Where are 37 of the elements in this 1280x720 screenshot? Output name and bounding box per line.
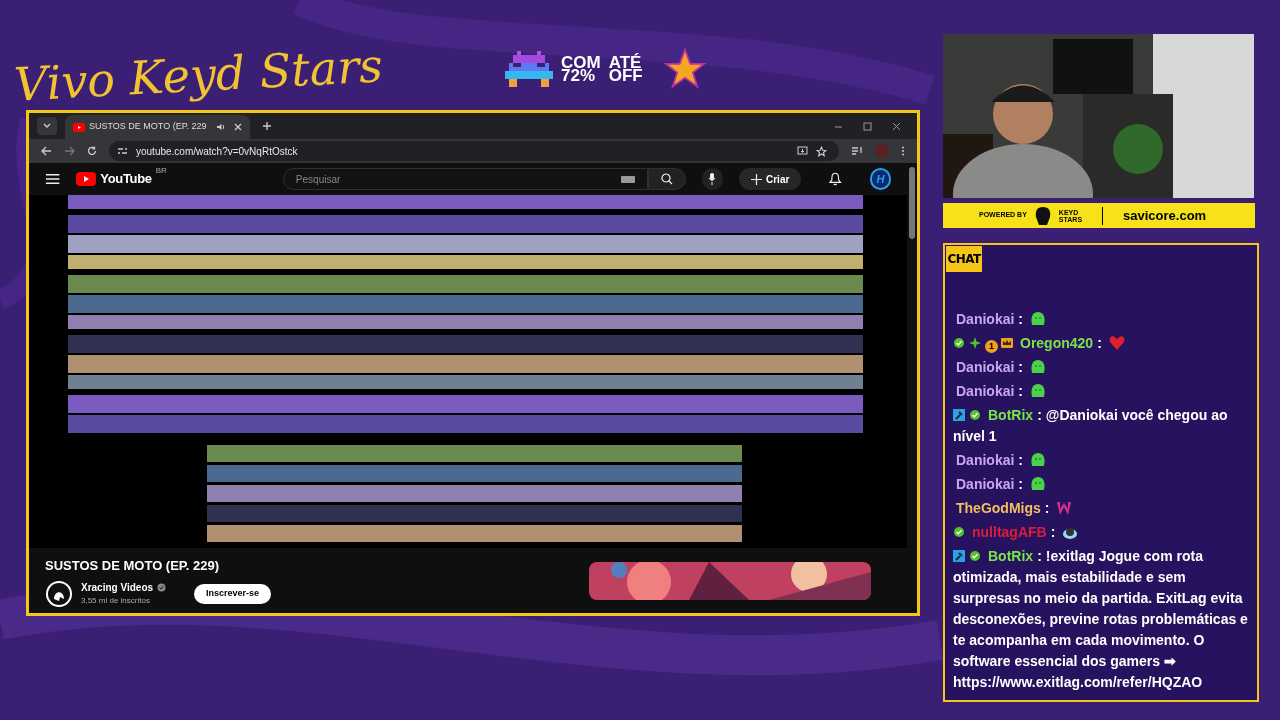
search-field[interactable]: Pesquisar: [282, 168, 648, 190]
chat-username[interactable]: Daniokai: [956, 311, 1015, 327]
chat-message: BotRix : !exitlag Jogue com rota otimizada, mais estabilidade e sem surpresas no meio da partida. ExitLag evita desconexões, previne rotas problemáticas e te acompanha em cada movimento. O software essencial dos gamers ➡ https://www.exitlag.com/refer/HQZAO: [953, 547, 1249, 692]
logo-text: YouTube: [100, 170, 152, 189]
level-badge: 1: [985, 340, 998, 353]
address-bar[interactable]: youtube.com/watch?v=0vNqRtOstck: [109, 141, 839, 161]
url-text: youtube.com/watch?v=0vNqRtOstck: [136, 144, 298, 159]
chat-username[interactable]: Oregon420: [1020, 335, 1094, 351]
colon-separator: :: [1018, 476, 1024, 492]
search-input[interactable]: Pesquisar: [295, 171, 621, 187]
colon-separator: :: [1018, 311, 1024, 327]
promo-text: OFF: [608, 69, 644, 82]
promo-text: 72%: [561, 69, 596, 82]
subscribe-button[interactable]: Inscrever-se: [194, 583, 272, 604]
subscriber-count: 3,55 mi de inscritos: [81, 595, 151, 607]
chat-username[interactable]: Daniokai: [956, 359, 1015, 375]
chat-username[interactable]: Daniokai: [956, 452, 1015, 468]
chat-username[interactable]: Daniokai: [956, 383, 1015, 399]
colon-separator: :: [1018, 359, 1024, 375]
brand-signature: Vivo Keyd Stars: [13, 42, 384, 108]
browser-tab[interactable]: SUSTOS DE MOTO (EP. 229: [65, 115, 250, 139]
colon-separator: :: [1050, 524, 1056, 540]
video-title: SUSTOS DE MOTO (EP. 229): [45, 557, 221, 575]
create-button[interactable]: Criar: [739, 168, 802, 190]
colon-separator: :: [1044, 500, 1050, 516]
sponsor-website: savicore.com: [1123, 206, 1207, 225]
colon-separator: :: [1018, 452, 1024, 468]
chat-title: CHAT: [946, 246, 982, 272]
chat-username[interactable]: Daniokai: [956, 476, 1015, 492]
tab-title: SUSTOS DE MOTO (EP. 229: [89, 120, 207, 134]
colon-separator: :: [1018, 383, 1024, 399]
channel-name[interactable]: Xracing Videos: [81, 580, 154, 595]
promo-text: COM: [561, 56, 601, 69]
chat-username[interactable]: TheGodMigs: [956, 500, 1041, 516]
account-avatar[interactable]: H: [869, 168, 891, 190]
chat-message: BotRix : @Daniokai você chegou ao nível 1: [953, 406, 1229, 446]
colon-separator: :: [1097, 335, 1102, 351]
